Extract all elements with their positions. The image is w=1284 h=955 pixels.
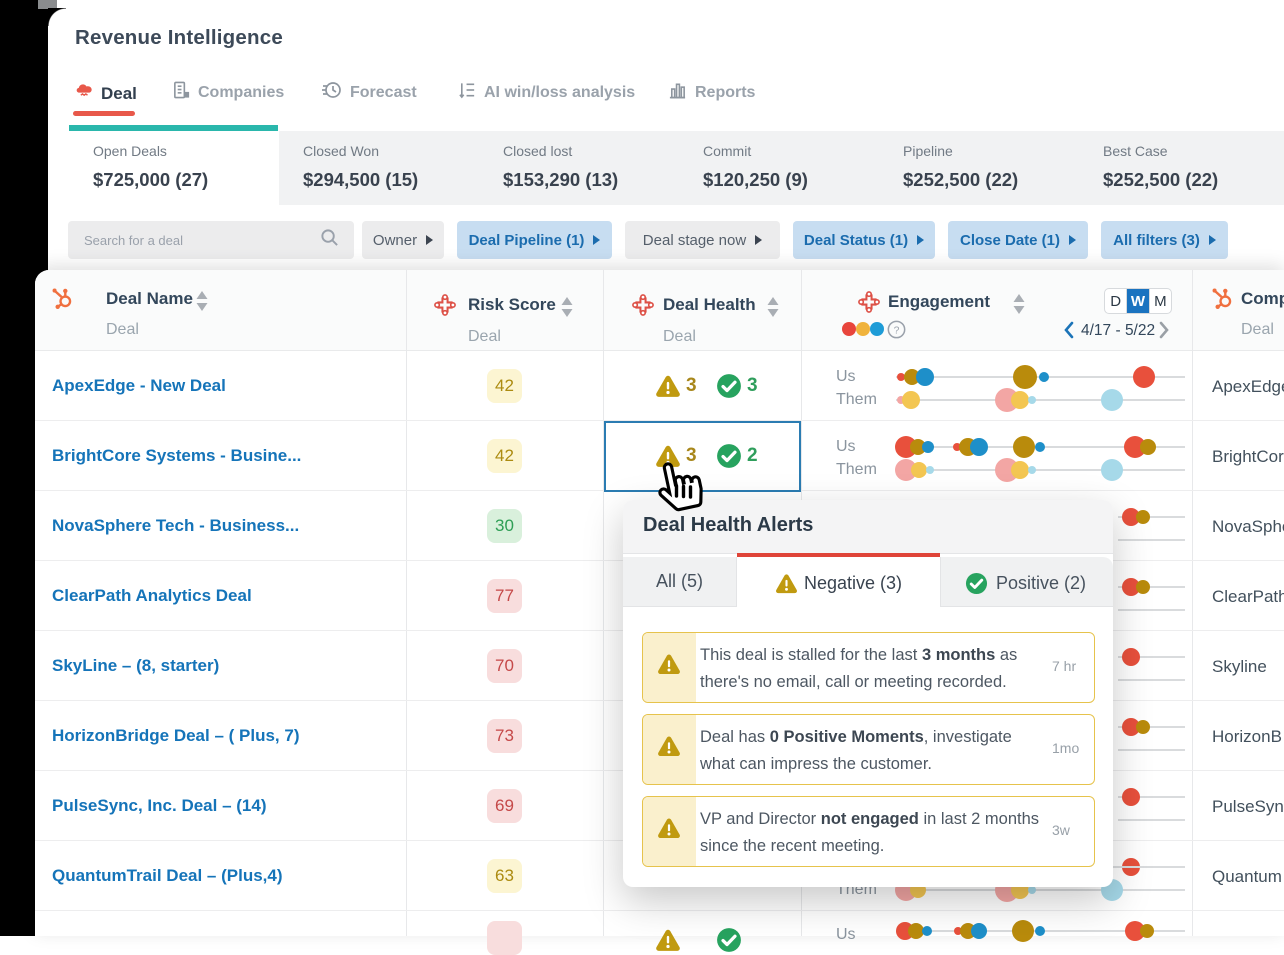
svg-text:?: ? (894, 325, 900, 336)
